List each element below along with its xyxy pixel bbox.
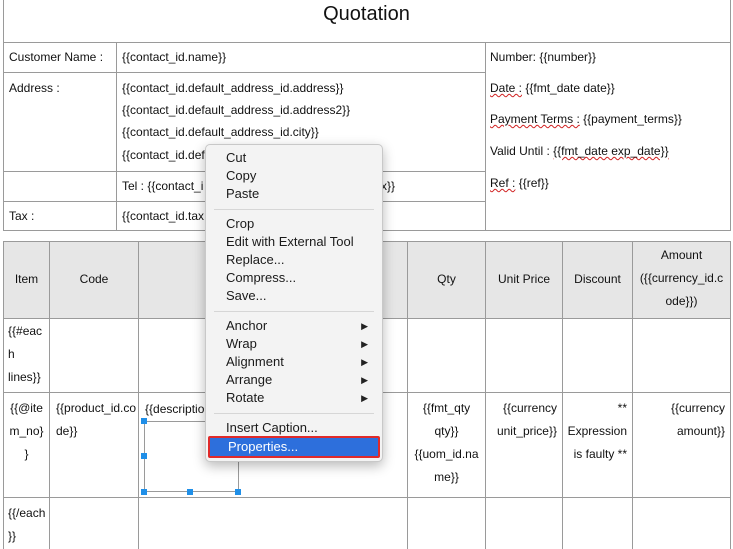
menu-item-alignment[interactable]: Alignment ▶ — [206, 353, 382, 371]
tel-value-tail: x}} — [381, 179, 396, 193]
menu-item-rotate[interactable]: Rotate ▶ — [206, 389, 382, 407]
image-context-menu: Cut Copy Paste Crop Edit with External T… — [205, 144, 383, 462]
menu-item-paste[interactable]: Paste — [206, 185, 382, 203]
menu-item-compress[interactable]: Compress... — [206, 269, 382, 287]
menu-separator — [214, 413, 374, 414]
row1-item: {{#eac h lines}} — [8, 324, 43, 384]
menu-item-anchor[interactable]: Anchor ▶ — [206, 317, 382, 335]
resize-handle-bottom-center[interactable] — [187, 489, 193, 495]
tax-value: {{contact_id.tax — [122, 209, 205, 223]
address-line-3: {{contact_id.default_address_id.city}} — [122, 125, 319, 139]
menu-separator — [214, 209, 374, 210]
submenu-arrow-icon: ▶ — [361, 357, 368, 367]
customer-name-value: {{contact_id.name}} — [122, 50, 227, 64]
row2-amount: {{currency amount}} — [670, 401, 725, 438]
row2-item: {{@ite m_no} } — [9, 401, 44, 461]
submenu-arrow-icon: ▶ — [361, 339, 368, 349]
row3-item: {{/each }} — [8, 506, 46, 543]
row2-description: {{description — [145, 402, 212, 416]
menu-item-edit-external[interactable]: Edit with External Tool — [206, 233, 382, 251]
menu-item-replace[interactable]: Replace... — [206, 251, 382, 269]
tel-value: Tel : {{contact_i — [122, 179, 204, 193]
valid-until-label: Valid Until : {{fmt_date exp_date}} — [490, 144, 669, 158]
row2-unit-price: {{currency unit_price}} — [496, 401, 557, 438]
menu-item-properties[interactable]: Properties... — [208, 436, 380, 458]
valid-until-value: {{fmt_date exp_date}} — [553, 144, 669, 158]
menu-item-insert-caption[interactable]: Insert Caption... — [206, 419, 382, 437]
date-value: {{fmt_date date}} — [525, 81, 615, 95]
customer-name-label: Customer Name : — [9, 50, 104, 64]
header-qty: Qty — [437, 272, 456, 286]
address-line-1: {{contact_id.default_address_id.address}… — [122, 81, 344, 95]
header-amount: Amount ({{currency_id.c ode}}) — [639, 248, 724, 308]
submenu-arrow-icon: ▶ — [361, 393, 368, 403]
resize-handle-middle-left[interactable] — [141, 453, 147, 459]
header-unit-price: Unit Price — [497, 272, 550, 286]
resize-handle-top-left[interactable] — [141, 418, 147, 424]
address-line-4: {{contact_id.defa — [122, 148, 212, 162]
menu-item-crop[interactable]: Crop — [206, 215, 382, 233]
payment-terms-label: Payment Terms : {{payment_terms}} — [490, 112, 682, 126]
address-label: Address : — [9, 81, 60, 95]
submenu-arrow-icon: ▶ — [361, 375, 368, 385]
number-field: Number: {{number}} — [490, 50, 597, 64]
header-discount: Discount — [574, 272, 621, 286]
ref-label: Ref : {{ref}} — [490, 176, 549, 190]
document-title: Quotation — [323, 3, 410, 25]
menu-item-cut[interactable]: Cut — [206, 149, 382, 167]
menu-item-arrange[interactable]: Arrange ▶ — [206, 371, 382, 389]
header-item: Item — [14, 272, 39, 286]
date-label: Date : {{fmt_date date}} — [490, 81, 615, 95]
ref-value: {{ref}} — [518, 176, 549, 190]
menu-separator — [214, 311, 374, 312]
payment-terms-value: {{payment_terms}} — [583, 112, 682, 126]
row2-qty: {{fmt_qty qty}} {{uom_id.na me}} — [414, 401, 479, 484]
menu-item-save[interactable]: Save... — [206, 287, 382, 305]
tax-label: Tax : — [9, 209, 35, 223]
menu-item-copy[interactable]: Copy — [206, 167, 382, 185]
resize-handle-bottom-right[interactable] — [235, 489, 241, 495]
header-code: Code — [79, 272, 109, 286]
row2-code: {{product_id.co de}} — [56, 401, 137, 438]
row2-discount: ** Expression is faulty ** — [567, 401, 627, 461]
address-line-2: {{contact_id.default_address_id.address2… — [122, 103, 351, 117]
resize-handle-bottom-left[interactable] — [141, 489, 147, 495]
menu-item-wrap[interactable]: Wrap ▶ — [206, 335, 382, 353]
submenu-arrow-icon: ▶ — [361, 321, 368, 331]
